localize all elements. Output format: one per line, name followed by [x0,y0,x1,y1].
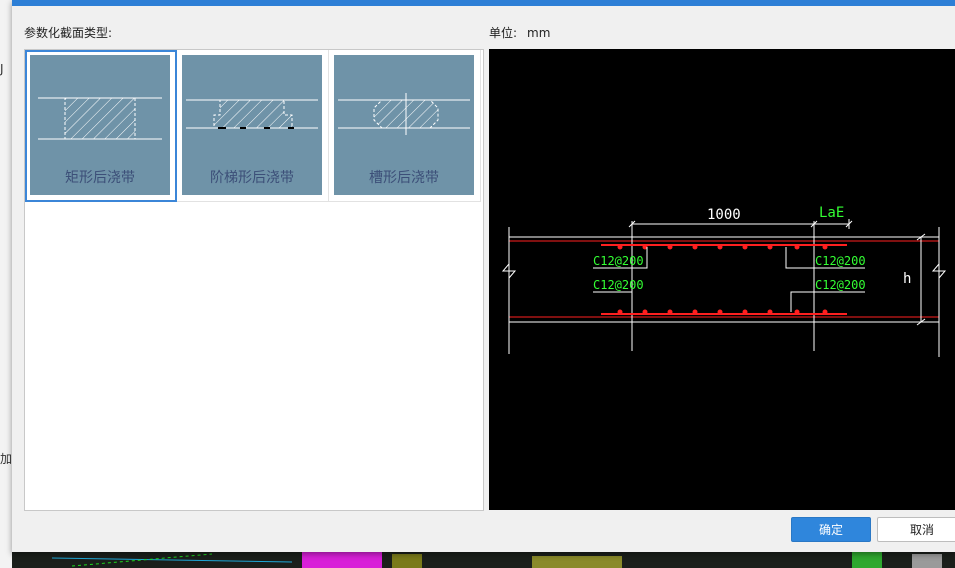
type-card-label: 阶梯形后浇带 [210,170,294,186]
grooved-section-thumbnail: 槽形后浇带 [334,55,474,195]
ok-button[interactable]: 确定 [791,517,871,542]
unit-label-text: 单位: [489,26,518,40]
rebar-label-bottom-right: C12@200 [815,278,866,292]
type-card-label: 矩形后浇带 [65,170,135,186]
section-type-list: 矩形后浇带 阶梯形后浇带 槽形后浇带 [24,49,484,511]
post-cast-strip-dialog: 参数化截面类型: 单位: mm 矩形后浇带 阶梯形后浇带 槽形后浇带 1000 … [12,0,955,552]
cancel-button[interactable]: 取消 [877,517,955,542]
height-label: h [903,271,911,287]
rebar-label-top-left: C12@200 [593,254,644,268]
rebar-label-bottom-left: C12@200 [593,278,644,292]
section-preview-drawing: 1000 LaE C12@200 C12@200 C12@200 C12@200… [501,205,947,357]
dim-width-text: 1000 [707,207,741,223]
rebar-label-top-right: C12@200 [815,254,866,268]
type-card-rectangular[interactable]: 矩形后浇带 [25,50,177,202]
background-text-fragment: 加 [0,452,13,466]
type-card-label: 槽形后浇带 [369,170,439,186]
background-text-fragment: J [0,62,4,76]
stepped-section-thumbnail: 阶梯形后浇带 [182,55,322,195]
section-type-label: 参数化截面类型: [24,26,113,40]
type-card-grooved[interactable]: 槽形后浇带 [329,50,481,202]
dialog-title-bar[interactable] [12,0,955,6]
type-card-stepped[interactable]: 阶梯形后浇带 [177,50,329,202]
section-preview-canvas: 1000 LaE C12@200 C12@200 C12@200 C12@200… [489,49,955,510]
unit-value: mm [527,26,551,40]
unit-label: 单位: mm [489,24,550,41]
dim-anchor-text: LaE [819,205,844,221]
rectangular-section-thumbnail: 矩形后浇带 [30,55,170,195]
